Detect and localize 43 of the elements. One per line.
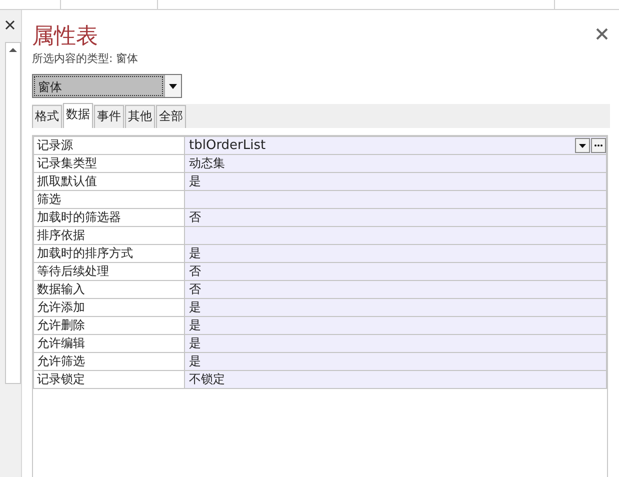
ellipsis-icon [594, 144, 603, 147]
property-value[interactable]: 否 [184, 262, 606, 280]
property-name: 加载时的排序方式 [34, 244, 184, 262]
tab[interactable]: 全部 [156, 105, 186, 128]
property-value[interactable]: 是 [184, 334, 606, 352]
property-name: 允许筛选 [34, 352, 184, 370]
scroll-up-icon[interactable] [8, 46, 18, 54]
property-value[interactable]: tblOrderList [184, 136, 606, 154]
property-name: 等待后续处理 [34, 262, 184, 280]
panel-title: 属性表 [32, 24, 98, 50]
property-name: 数据输入 [34, 280, 184, 298]
tab[interactable]: 数据 [63, 103, 93, 128]
property-name: 排序依据 [34, 226, 184, 244]
builder-button[interactable] [591, 138, 606, 153]
close-icon[interactable] [596, 28, 608, 40]
object-selector[interactable]: 窗体 [32, 74, 182, 98]
property-value[interactable]: 是 [184, 244, 606, 262]
tab[interactable]: 事件 [94, 105, 124, 128]
close-icon[interactable] [3, 18, 17, 32]
property-value[interactable]: 是 [184, 298, 606, 316]
property-value[interactable]: 是 [184, 352, 606, 370]
tab[interactable]: 格式 [32, 105, 62, 128]
property-name: 加载时的筛选器 [34, 208, 184, 226]
property-name: 允许添加 [34, 298, 184, 316]
property-value[interactable]: 是 [184, 172, 606, 190]
caret-icon [169, 84, 177, 88]
property-value[interactable]: 不锁定 [184, 370, 606, 388]
property-name: 允许编辑 [34, 334, 184, 352]
property-name: 筛选 [34, 190, 184, 208]
property-value[interactable]: 动态集 [184, 154, 606, 172]
property-name: 记录源 [34, 136, 184, 154]
property-name: 记录集类型 [34, 154, 184, 172]
property-name: 允许删除 [34, 316, 184, 334]
caret-icon [579, 144, 586, 148]
property-value[interactable]: 否 [184, 208, 606, 226]
dropdown-button[interactable] [575, 138, 590, 153]
property-value[interactable]: 否 [184, 280, 606, 298]
tab[interactable]: 其他 [125, 105, 155, 128]
property-name: 抓取默认值 [34, 172, 184, 190]
selection-type-label: 所选内容的类型: 窗体 [32, 51, 140, 66]
scrollbar[interactable] [5, 42, 21, 384]
property-value[interactable]: 是 [184, 316, 606, 334]
property-name: 记录锁定 [34, 370, 184, 388]
